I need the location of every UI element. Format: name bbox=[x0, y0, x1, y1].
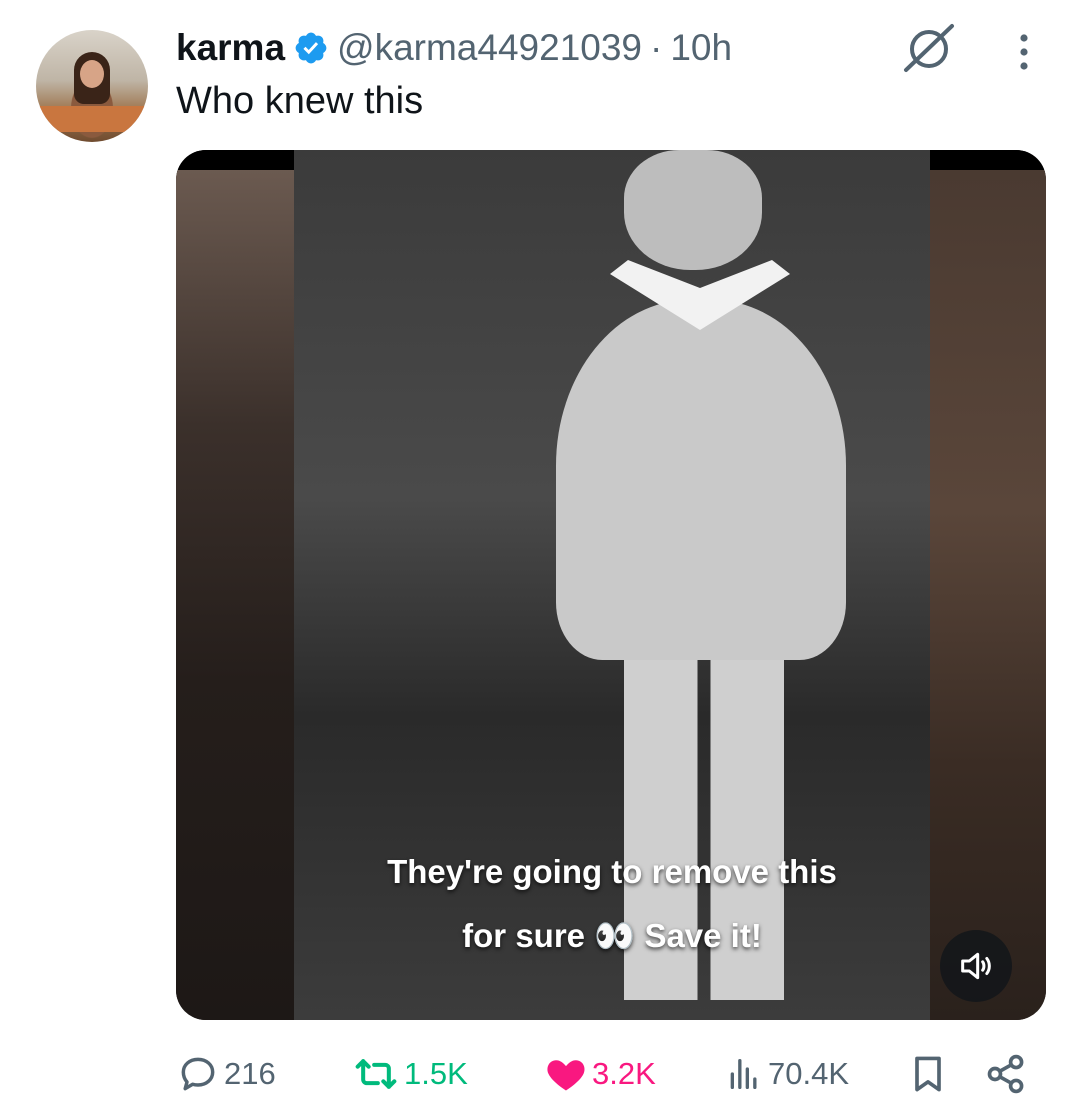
post-text: Who knew this bbox=[176, 80, 424, 122]
user-handle[interactable]: @karma44921039 bbox=[337, 27, 642, 69]
photo-child-body bbox=[556, 300, 846, 660]
post-header: karma @karma44921039 · 10h bbox=[176, 24, 732, 72]
repost-count: 1.5K bbox=[404, 1056, 468, 1091]
repost-button[interactable]: 1.5K bbox=[352, 1044, 468, 1104]
video-caption-line: They're going to remove this bbox=[387, 853, 837, 890]
views-button[interactable]: 70.4K bbox=[724, 1044, 849, 1104]
video-blur-left bbox=[176, 170, 294, 1020]
video-caption-line: for sure 👀 Save it! bbox=[462, 917, 762, 954]
views-count: 70.4K bbox=[768, 1056, 850, 1091]
avatar[interactable] bbox=[36, 30, 148, 142]
post-time[interactable]: 10h bbox=[670, 27, 732, 69]
bookmark-button[interactable] bbox=[906, 1044, 954, 1104]
avatar-face bbox=[80, 60, 104, 88]
views-icon bbox=[730, 1059, 757, 1089]
display-name[interactable]: karma bbox=[176, 27, 285, 69]
video-caption: They're going to remove this for sure 👀 … bbox=[294, 840, 930, 968]
like-button[interactable]: 3.2K bbox=[544, 1044, 656, 1104]
share-icon bbox=[987, 1054, 1024, 1094]
grok-icon[interactable] bbox=[900, 20, 958, 74]
mute-button[interactable] bbox=[940, 930, 1012, 1002]
reply-icon bbox=[181, 1057, 215, 1091]
more-vertical-icon[interactable] bbox=[1004, 28, 1044, 76]
bookmark-icon bbox=[915, 1056, 941, 1092]
separator-dot: · bbox=[650, 27, 663, 68]
heart-icon bbox=[547, 1060, 585, 1091]
volume-icon bbox=[961, 952, 991, 980]
video-blur-right bbox=[930, 170, 1046, 1020]
reply-button[interactable]: 216 bbox=[176, 1044, 276, 1104]
share-button[interactable] bbox=[984, 1044, 1032, 1104]
like-count: 3.2K bbox=[592, 1056, 656, 1091]
photo-child-head bbox=[624, 150, 762, 270]
verified-badge-icon bbox=[295, 32, 327, 64]
avatar-table bbox=[36, 106, 148, 132]
post-video[interactable]: They're going to remove this for sure 👀 … bbox=[176, 150, 1046, 1020]
repost-icon bbox=[355, 1059, 397, 1089]
action-bar: 216 1.5K 3.2K 70.4K bbox=[0, 1044, 1080, 1104]
reply-count: 216 bbox=[224, 1056, 276, 1091]
